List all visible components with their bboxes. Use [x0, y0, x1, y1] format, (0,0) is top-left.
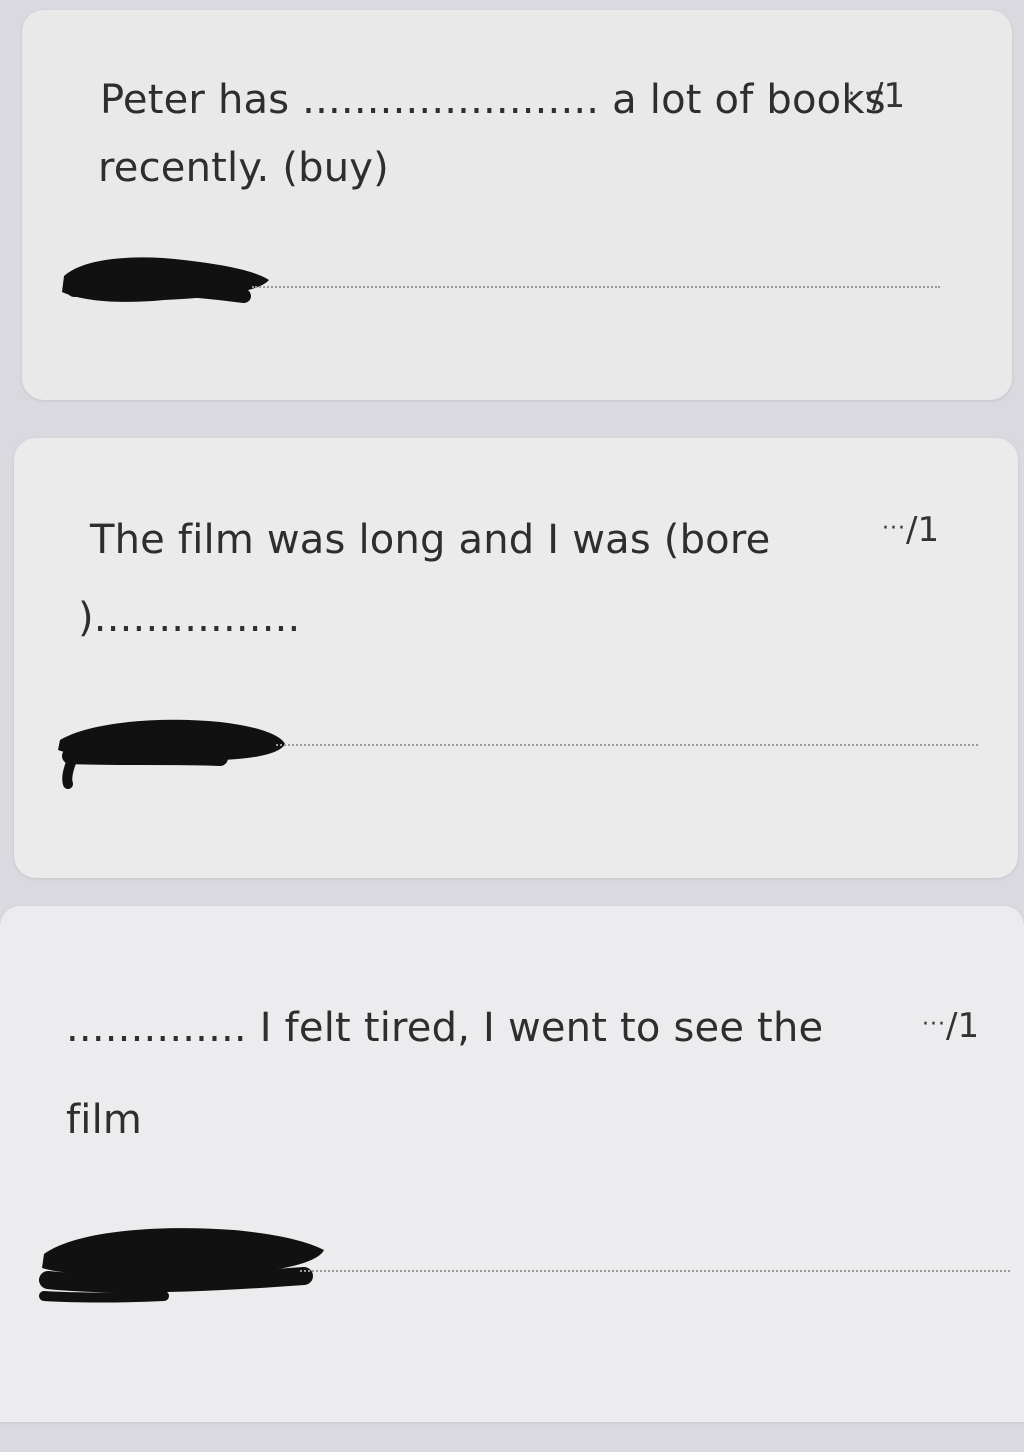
points-value: /1: [871, 76, 906, 116]
question-text-line-1: Peter has ....................... a lot …: [100, 77, 886, 123]
question-text-line-2: )................: [78, 595, 301, 641]
points-value: /1: [945, 1006, 980, 1046]
question-card-1: Peter has ....................... a lot …: [22, 10, 1012, 400]
redaction-mark: [58, 719, 285, 789]
points-dots: ···: [882, 516, 906, 541]
points-indicator: ···/1: [922, 1006, 979, 1046]
points-dots: ···: [922, 1012, 946, 1037]
answer-input-line[interactable]: [300, 1270, 1010, 1272]
answer-input-line[interactable]: [252, 286, 940, 288]
points-indicator: ···/1: [882, 510, 939, 550]
redaction-mark: [62, 257, 269, 303]
question-text-line-1: .............. I felt tired, I went to s…: [66, 1005, 824, 1051]
question-text-line-1: The film was long and I was (bore: [90, 517, 771, 563]
question-card-3: .............. I felt tired, I went to s…: [0, 906, 1024, 1422]
points-value: /1: [905, 510, 940, 550]
points-indicator: ···/1: [848, 76, 905, 116]
question-text-line-2: film: [66, 1097, 143, 1143]
answer-input-line[interactable]: [276, 744, 978, 746]
redaction-mark: [39, 1228, 324, 1303]
question-card-2: The film was long and I was (bore ).....…: [14, 438, 1018, 878]
question-text-line-2: recently. (buy): [98, 145, 389, 191]
points-dots: ···: [848, 82, 872, 107]
